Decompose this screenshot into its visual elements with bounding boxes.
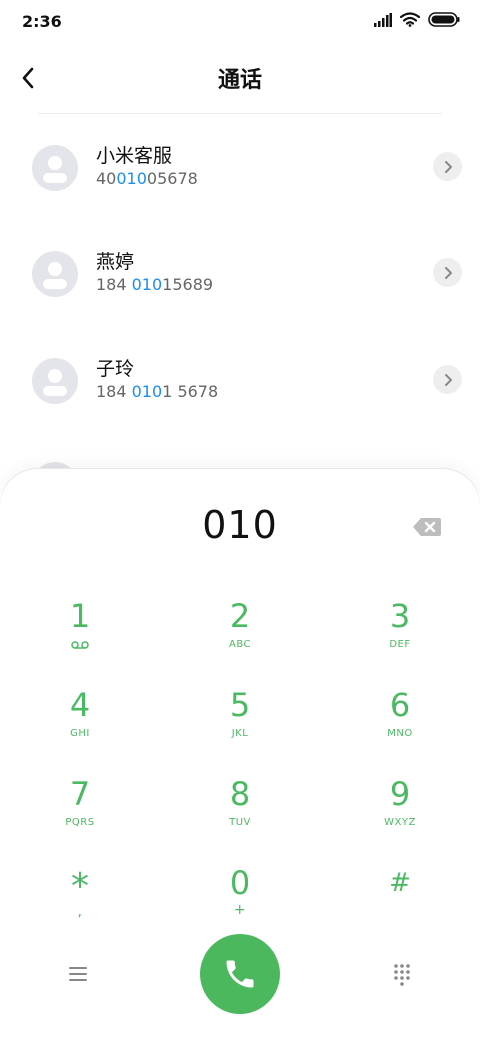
contact-number: 184 01015689 xyxy=(96,275,214,294)
dial-key-9[interactable]: 9 WXYZ xyxy=(345,775,455,855)
dial-key-3[interactable]: 3 DEF xyxy=(345,597,455,677)
status-icons xyxy=(374,12,460,27)
menu-icon xyxy=(69,967,87,981)
page-title: 通话 xyxy=(217,68,262,93)
dial-key-0[interactable]: 0 + xyxy=(185,864,295,944)
top-bar: 通话 xyxy=(0,50,480,108)
dial-key-hash[interactable]: # xyxy=(345,864,455,944)
call-button[interactable] xyxy=(200,934,280,1014)
chevron-right-icon xyxy=(444,266,452,279)
backspace-button[interactable] xyxy=(412,516,442,538)
contact-details-button[interactable] xyxy=(433,365,462,394)
contact-row[interactable]: 燕婷 184 01015689 xyxy=(0,251,480,341)
contact-name: 子玲 xyxy=(96,358,135,380)
battery-icon xyxy=(428,12,460,27)
dial-key-8[interactable]: 8 TUV xyxy=(185,775,295,855)
status-bar: 2:36 xyxy=(0,0,480,42)
wifi-icon xyxy=(400,12,420,27)
dialpad-icon xyxy=(394,964,410,986)
chevron-right-icon xyxy=(444,373,452,386)
menu-button[interactable] xyxy=(64,962,92,986)
contact-details-button[interactable] xyxy=(433,152,462,181)
voicemail-icon xyxy=(71,641,89,649)
contact-name: 小米客服 xyxy=(96,145,173,167)
dialed-number: 010 xyxy=(202,503,278,547)
dial-key-5[interactable]: 5 JKL xyxy=(185,686,295,766)
contact-row[interactable]: 子玲 184 0101 5678 xyxy=(0,358,480,448)
backspace-icon xyxy=(413,518,441,536)
dial-key-4[interactable]: 4 GHI xyxy=(25,686,135,766)
contact-avatar-icon xyxy=(32,251,78,297)
dial-key-2[interactable]: 2 ABC xyxy=(185,597,295,677)
header-divider xyxy=(38,113,442,114)
status-time: 2:36 xyxy=(22,12,62,31)
dial-key-1[interactable]: 1 xyxy=(25,597,135,677)
contact-number: 4001005678 xyxy=(96,169,198,188)
contact-number: 184 0101 5678 xyxy=(96,382,219,401)
contact-row[interactable]: 小米客服 4001005678 xyxy=(0,145,480,235)
dialpad-toggle-button[interactable] xyxy=(390,962,414,986)
contact-name: 燕婷 xyxy=(96,251,135,273)
signal-icon xyxy=(374,12,392,27)
dial-key-7[interactable]: 7 PQRS xyxy=(25,775,135,855)
contact-avatar-icon xyxy=(32,358,78,404)
contact-details-button[interactable] xyxy=(433,258,462,287)
dial-key-star[interactable]: * , xyxy=(25,864,135,944)
contact-avatar-icon xyxy=(32,145,78,191)
chevron-right-icon xyxy=(444,160,452,173)
phone-icon xyxy=(226,960,254,988)
dial-key-6[interactable]: 6 MNO xyxy=(345,686,455,766)
